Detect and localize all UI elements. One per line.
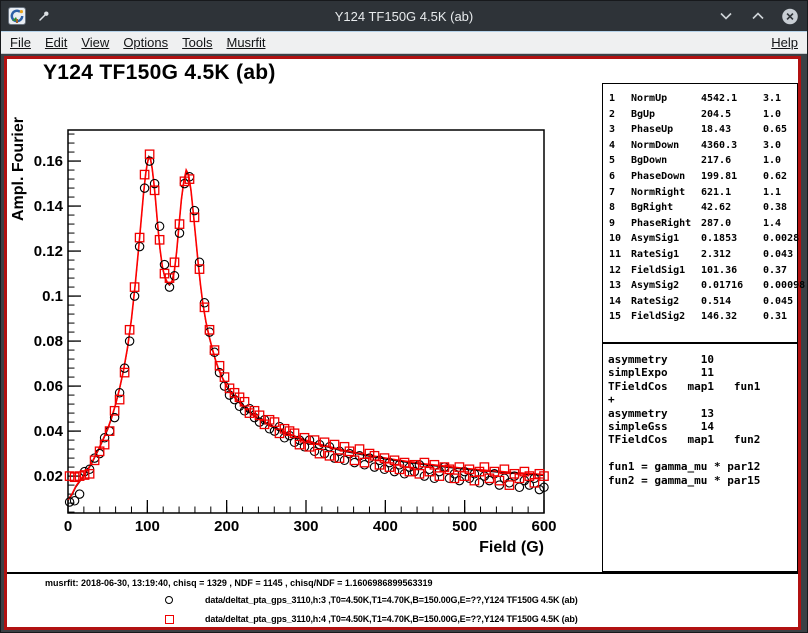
app-icon bbox=[8, 7, 26, 25]
theory-box[interactable]: asymmetry 10simplExpo 11TFieldCos map1 f… bbox=[602, 343, 798, 572]
svg-text:0.14: 0.14 bbox=[34, 198, 64, 215]
minimize-button[interactable] bbox=[717, 7, 735, 25]
theory-line: asymmetry 13 bbox=[608, 407, 797, 420]
menu-edit[interactable]: Edit bbox=[38, 35, 74, 50]
svg-text:0.1: 0.1 bbox=[42, 288, 63, 305]
theory-line: TFieldCos map1 fun2 bbox=[608, 433, 797, 446]
svg-text:0.02: 0.02 bbox=[34, 468, 63, 485]
series-circle bbox=[65, 157, 548, 506]
series-square bbox=[65, 150, 548, 489]
theory-line: fun2 = gamma_mu * par15 bbox=[608, 474, 797, 487]
svg-text:300: 300 bbox=[293, 518, 318, 535]
menu-view[interactable]: View bbox=[74, 35, 116, 50]
y-axis: 0.02 0.04 0.06 0.08 0.1 0.12 0.14 0.16 Ampl. Fou… bbox=[10, 117, 81, 512]
fit-info-line: musrfit: 2018-06-30, 13:19:40, chisq = 1… bbox=[45, 578, 432, 588]
theory-line: simplExpo 11 bbox=[608, 366, 797, 379]
theory-line: asymmetry 10 bbox=[608, 353, 797, 366]
legend-entry-label: data/deltat_pta_gps_3110,h:3 ,T0=4.50K,T… bbox=[205, 595, 578, 605]
x-axis-title: Field (G) bbox=[479, 539, 544, 556]
root-canvas[interactable]: Y124 TF150G 4.5K (ab) 010020030040050060… bbox=[4, 56, 801, 630]
svg-text:500: 500 bbox=[452, 518, 477, 535]
parameter-row: 3PhaseUp18.430.65 bbox=[609, 122, 797, 138]
svg-text:200: 200 bbox=[214, 518, 239, 535]
square-marker-icon bbox=[159, 613, 179, 625]
parameter-row: 5BgDown217.61.0 bbox=[609, 153, 797, 169]
parameter-row: 13AsymSig20.017160.00098 bbox=[609, 278, 797, 294]
parameter-row: 2BgUp204.51.0 bbox=[609, 107, 797, 123]
legend-pad: musrfit: 2018-06-30, 13:19:40, chisq = 1… bbox=[7, 572, 798, 627]
x-axis: 0 100 200 300 400 500 600 Field (G) bbox=[64, 500, 557, 556]
y-axis-title: Ampl. Fourier bbox=[10, 117, 27, 221]
svg-text:0.04: 0.04 bbox=[34, 423, 64, 440]
svg-text:0.08: 0.08 bbox=[34, 333, 63, 350]
parameter-row: 11RateSig12.3120.043 bbox=[609, 247, 797, 263]
parameter-row: 6PhaseDown199.810.62 bbox=[609, 169, 797, 185]
svg-text:100: 100 bbox=[135, 518, 160, 535]
legend-entry: data/deltat_pta_gps_3110,h:3 ,T0=4.50K,T… bbox=[7, 594, 798, 606]
parameter-row: 4NormDown4360.33.0 bbox=[609, 138, 797, 154]
parameter-row: 9PhaseRight287.01.4 bbox=[609, 216, 797, 232]
legend-entry-label: data/deltat_pta_gps_3110,h:4 ,T0=4.50K,T… bbox=[205, 614, 578, 624]
menu-tools[interactable]: Tools bbox=[175, 35, 219, 50]
menu-file[interactable]: File bbox=[3, 35, 38, 50]
legend-entry: data/deltat_pta_gps_3110,h:4 ,T0=4.50K,T… bbox=[7, 613, 798, 625]
svg-text:0: 0 bbox=[64, 518, 72, 535]
parameter-row: 10AsymSig10.18530.0028 bbox=[609, 231, 797, 247]
parameter-row: 7NormRight621.11.1 bbox=[609, 185, 797, 201]
plot-area[interactable]: 0 100 200 300 400 500 600 Field (G) 0.02 0.04 0.06… bbox=[7, 59, 612, 571]
theory-line: + bbox=[608, 393, 797, 406]
menu-musrfit[interactable]: Musrfit bbox=[219, 35, 272, 50]
menu-help[interactable]: Help bbox=[762, 35, 807, 50]
app-window: Y124 TF150G 4.5K (ab) File Edit View Opt… bbox=[0, 0, 808, 633]
close-button[interactable] bbox=[781, 7, 799, 25]
theory-line bbox=[608, 447, 797, 460]
maximize-button[interactable] bbox=[749, 7, 767, 25]
parameter-row: 15FieldSig2146.320.31 bbox=[609, 309, 797, 325]
menubar: File Edit View Options Tools Musrfit Hel… bbox=[1, 31, 807, 54]
fit-parameter-box[interactable]: 1NormUp4542.13.12BgUp204.51.03PhaseUp18.… bbox=[602, 83, 798, 343]
svg-text:0.12: 0.12 bbox=[34, 243, 63, 260]
theory-line: simpleGss 14 bbox=[608, 420, 797, 433]
theory-line: TFieldCos map1 fun1 bbox=[608, 380, 797, 393]
window-title: Y124 TF150G 4.5K (ab) bbox=[1, 9, 807, 24]
parameter-row: 1NormUp4542.13.1 bbox=[609, 91, 797, 107]
circle-marker-icon bbox=[159, 594, 179, 606]
svg-text:600: 600 bbox=[531, 518, 556, 535]
parameter-row: 8BgRight42.620.38 bbox=[609, 200, 797, 216]
fit-curve-red bbox=[68, 157, 544, 500]
parameter-row: 12FieldSig1101.360.37 bbox=[609, 263, 797, 279]
plot-frame bbox=[68, 130, 544, 513]
theory-line: fun1 = gamma_mu * par12 bbox=[608, 460, 797, 473]
parameter-row: 14RateSig20.5140.045 bbox=[609, 294, 797, 310]
pin-icon[interactable] bbox=[35, 7, 53, 25]
svg-text:0.06: 0.06 bbox=[34, 378, 63, 395]
fit-curve-black bbox=[68, 158, 544, 501]
menu-options[interactable]: Options bbox=[116, 35, 175, 50]
titlebar[interactable]: Y124 TF150G 4.5K (ab) bbox=[1, 1, 807, 31]
svg-text:0.16: 0.16 bbox=[34, 153, 63, 170]
svg-text:400: 400 bbox=[373, 518, 398, 535]
